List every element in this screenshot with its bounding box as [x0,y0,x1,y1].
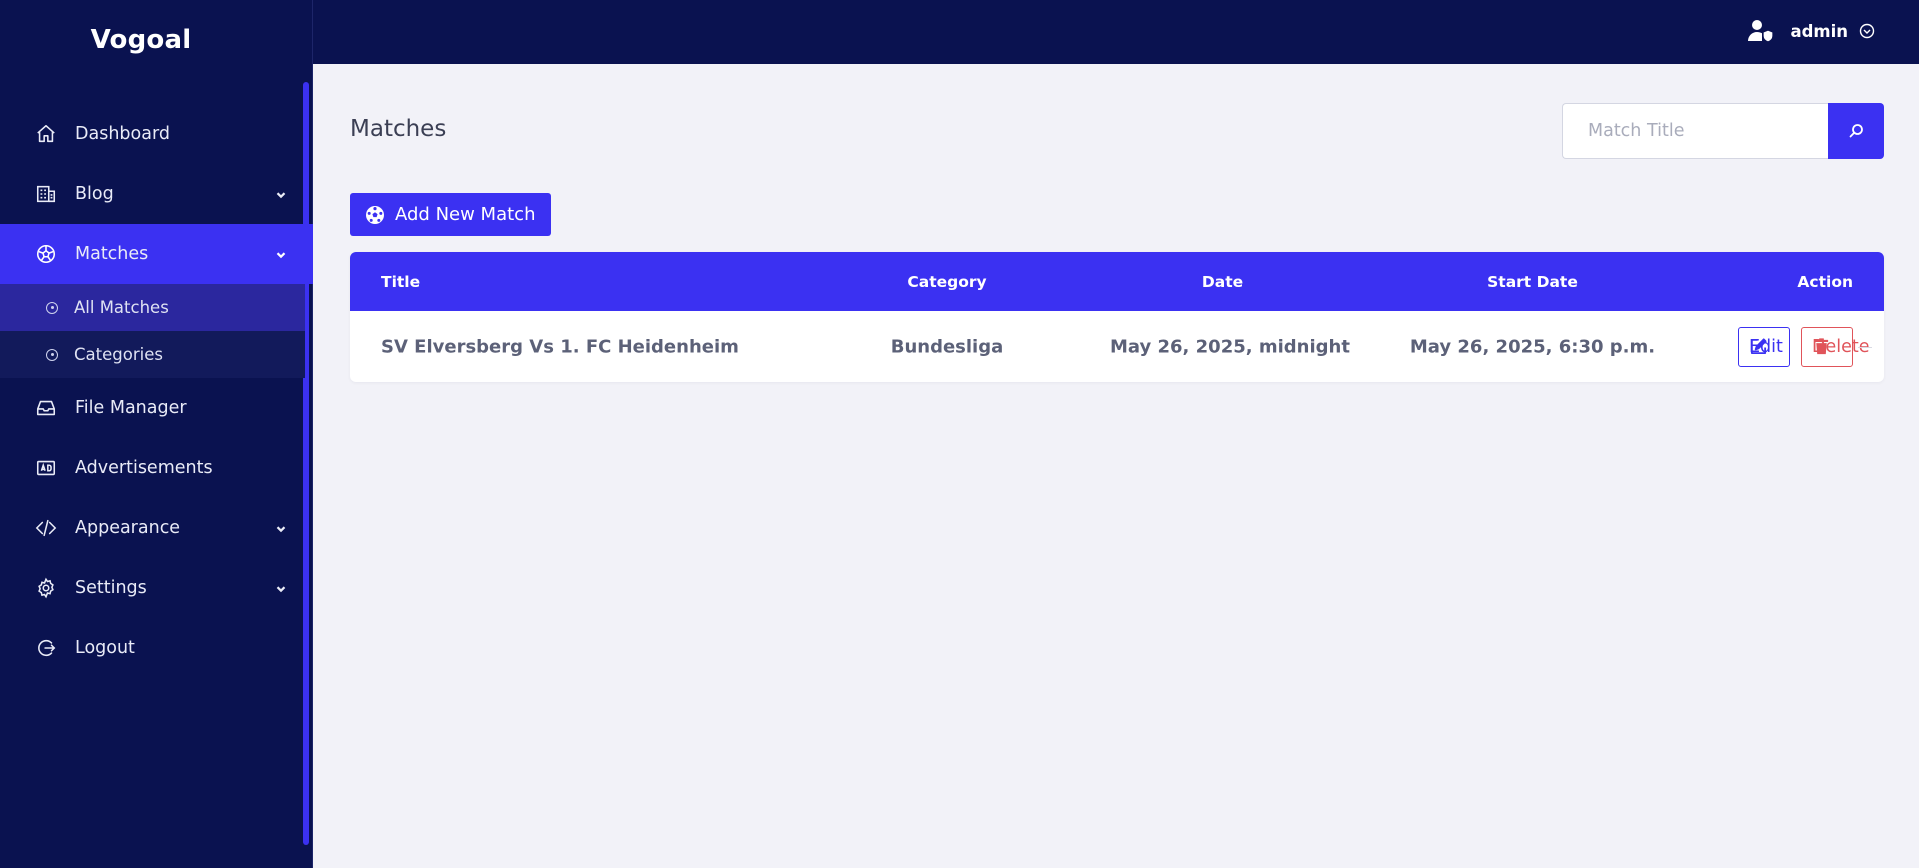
header-category[interactable]: Category [872,273,1022,291]
sidebar-item-settings[interactable]: Settings [0,558,313,618]
sidebar-item-advertisements[interactable]: Advertisements [0,438,313,498]
soccer-ball-icon [366,205,384,224]
user-menu[interactable]: admin [1747,17,1875,45]
delete-button[interactable]: Delete [1801,326,1870,367]
sidebar: Vogoal Dashboard Blog Matches All Matche… [0,0,313,868]
gear-icon [34,576,58,600]
row-divider [1858,346,1872,348]
row-actions: Edit Delete [1738,326,1870,367]
matches-submenu: All Matches Categories [0,284,305,378]
code-icon [34,516,58,540]
add-new-match-button[interactable]: Add New Match [350,193,552,236]
chevron-down-icon [276,586,286,593]
header-title[interactable]: Title [381,273,420,291]
sidebar-item-dashboard[interactable]: Dashboard [0,104,313,164]
sidebar-item-label: Blog [75,184,114,204]
search-button[interactable] [1828,103,1884,159]
sidebar-item-blog[interactable]: Blog [0,164,313,224]
match-category: Bundesliga [890,336,1004,357]
sidebar-item-label: File Manager [75,398,187,418]
chevron-down-icon [276,526,286,533]
circle-dot-icon [46,301,58,314]
add-new-match-label: Add New Match [395,204,536,225]
sidebar-item-matches[interactable]: Matches [0,224,313,284]
sidebar-item-label: Appearance [75,518,181,538]
match-start-date: May 26, 2025, 6:30 p.m. [1409,336,1656,357]
sidebar-subitem-categories[interactable]: Categories [0,331,305,378]
sidebar-subitem-label: All Matches [74,298,169,317]
table-header: Title Category Date Start Date Action [350,252,1884,311]
search-icon [1849,124,1863,138]
topbar: admin [313,0,1919,64]
header-date[interactable]: Date [1110,273,1335,291]
page-title: Matches [350,116,447,142]
sidebar-item-logout[interactable]: Logout [0,618,313,678]
sidebar-item-label: Logout [75,638,135,658]
matches-table: Title Category Date Start Date Action SV… [350,252,1884,382]
sidebar-item-appearance[interactable]: Appearance [0,498,313,558]
sidebar-item-file-manager[interactable]: File Manager [0,378,313,438]
chevron-down-icon [276,192,286,199]
brand-logo[interactable]: Vogoal [0,0,312,80]
sidebar-item-label: Dashboard [75,124,170,144]
sidebar-item-label: Matches [75,244,149,264]
username: admin [1790,21,1848,41]
match-date: May 26, 2025, midnight [1110,336,1350,357]
user-shield-icon [1748,20,1775,43]
soccer-ball-icon [34,242,58,266]
home-icon [34,122,58,146]
sidebar-item-label: Settings [75,578,147,598]
inbox-icon [34,396,58,420]
header-action: Action [1797,272,1853,291]
chevron-down-icon [276,252,286,259]
building-icon [34,182,58,206]
table-row: SV Elversberg Vs 1. FC Heidenheim Bundes… [350,311,1884,382]
chevron-down-circle-icon [1859,23,1875,39]
header-start-date[interactable]: Start Date [1390,273,1675,291]
logout-icon [34,636,58,660]
match-title: SV Elversberg Vs 1. FC Heidenheim [381,336,739,357]
sidebar-subitem-all-matches[interactable]: All Matches [0,284,305,331]
sidebar-item-label: Advertisements [75,458,213,478]
search-input[interactable] [1562,103,1828,159]
edit-button[interactable]: Edit [1738,326,1790,367]
sidebar-subitem-label: Categories [74,345,163,364]
circle-dot-icon [46,348,58,361]
sidebar-nav: Dashboard Blog Matches All Matches Categ [0,104,313,678]
ad-icon [34,456,58,480]
edit-label: Edit [1749,336,1783,357]
search-box [1562,103,1884,159]
